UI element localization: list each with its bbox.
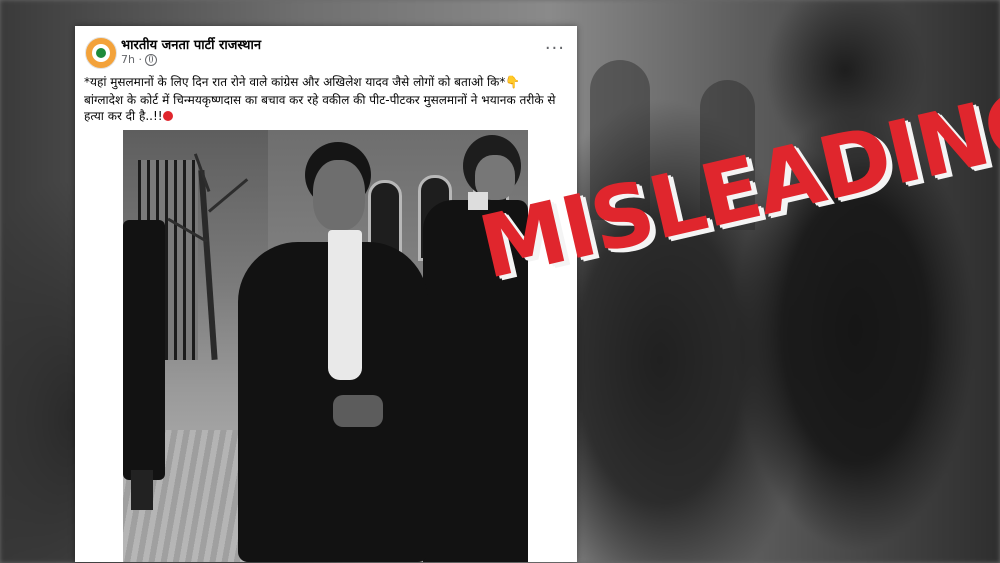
tree-branch — [208, 178, 249, 213]
page-name[interactable]: भारतीय जनता पार्टी राजस्थान — [121, 35, 261, 53]
post-meta: 7h · — [121, 53, 157, 66]
post-text: *यहां मुसलमानों के लिए दिन रात रोने वाले… — [84, 74, 569, 126]
post-text-line-2: बांग्लादेश के कोर्ट में चिन्मयकृष्णदास क… — [84, 93, 556, 123]
lawyer-face — [313, 160, 365, 230]
bjp-logo-icon — [92, 44, 110, 62]
more-options-icon[interactable]: ··· — [545, 38, 565, 59]
page-avatar[interactable] — [85, 37, 117, 69]
pointing-down-icon: 👇 — [505, 75, 521, 89]
left-person-legs — [131, 470, 153, 510]
lawyer-hands — [333, 395, 383, 427]
post-header: भारतीय जनता पार्टी राजस्थान 7h · ··· — [85, 34, 567, 70]
post-text-line-1: *यहां मुसलमानों के लिए दिन रात रोने वाले… — [84, 75, 521, 89]
globe-icon — [144, 53, 157, 66]
lawyer-white-bands — [328, 230, 362, 380]
post-time[interactable]: 7h · — [121, 53, 142, 66]
post-photo[interactable] — [123, 130, 528, 562]
red-circle-icon — [162, 111, 173, 121]
tree-trunk — [198, 170, 218, 360]
left-person-robe — [123, 220, 165, 480]
